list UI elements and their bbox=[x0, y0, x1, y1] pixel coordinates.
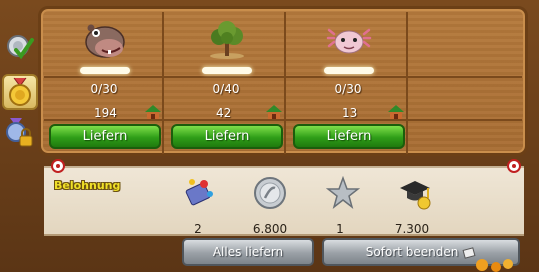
medal-check-icon bbox=[7, 35, 34, 60]
axolotl-icon bbox=[326, 28, 372, 54]
fireworks-icon bbox=[185, 179, 213, 206]
warehouse-icon bbox=[388, 105, 404, 119]
deliver-button-1[interactable]: Liefern bbox=[49, 124, 161, 149]
delivery-progress-bar bbox=[202, 67, 252, 74]
tab-medal-completed[interactable] bbox=[2, 30, 38, 66]
stock-count: 42 bbox=[216, 106, 232, 120]
warehouse-icon bbox=[266, 105, 282, 119]
reward-value: 7.300 bbox=[394, 222, 430, 236]
quest-window: 0/30 194 0/40 42 0/30 13 Liefern Liefern… bbox=[0, 0, 539, 272]
delivery-count: 0/30 bbox=[90, 82, 118, 96]
silver-coin-icon bbox=[254, 177, 286, 209]
gold-medal-icon bbox=[9, 77, 31, 106]
pin-icon bbox=[51, 159, 65, 173]
reward-title: Belohnung bbox=[54, 179, 121, 192]
delivery-progress-bar bbox=[324, 67, 374, 74]
reward-panel: Belohnung 2 6.800 1 7.300 bbox=[44, 159, 524, 236]
graduation-cap-icon bbox=[400, 181, 431, 210]
stock-count: 194 bbox=[94, 106, 117, 120]
reward-value: 1 bbox=[336, 222, 344, 236]
medal-locked-icon bbox=[6, 118, 33, 147]
delivery-slot-empty bbox=[410, 12, 522, 154]
tab-medal-locked[interactable] bbox=[2, 116, 38, 152]
delivery-count: 0/40 bbox=[212, 82, 240, 96]
pin-icon bbox=[507, 159, 521, 173]
deliver-all-button[interactable]: Alles liefern bbox=[182, 238, 314, 266]
tree-icon bbox=[210, 21, 244, 59]
flower-decoration-icon bbox=[476, 259, 513, 272]
delivery-count: 0/30 bbox=[334, 82, 362, 96]
warehouse-icon bbox=[145, 105, 161, 119]
tab-medal-active[interactable] bbox=[2, 74, 38, 110]
reward-value: 6.800 bbox=[252, 222, 288, 236]
deliver-button-2[interactable]: Liefern bbox=[171, 124, 283, 149]
deliver-button-3[interactable]: Liefern bbox=[293, 124, 405, 149]
delivery-progress-bar bbox=[80, 67, 130, 74]
stock-count: 13 bbox=[342, 106, 358, 120]
hippo-icon bbox=[85, 24, 125, 58]
finish-now-label: Sofort beenden bbox=[365, 245, 459, 259]
star-icon bbox=[326, 176, 360, 209]
reward-value: 2 bbox=[194, 222, 202, 236]
